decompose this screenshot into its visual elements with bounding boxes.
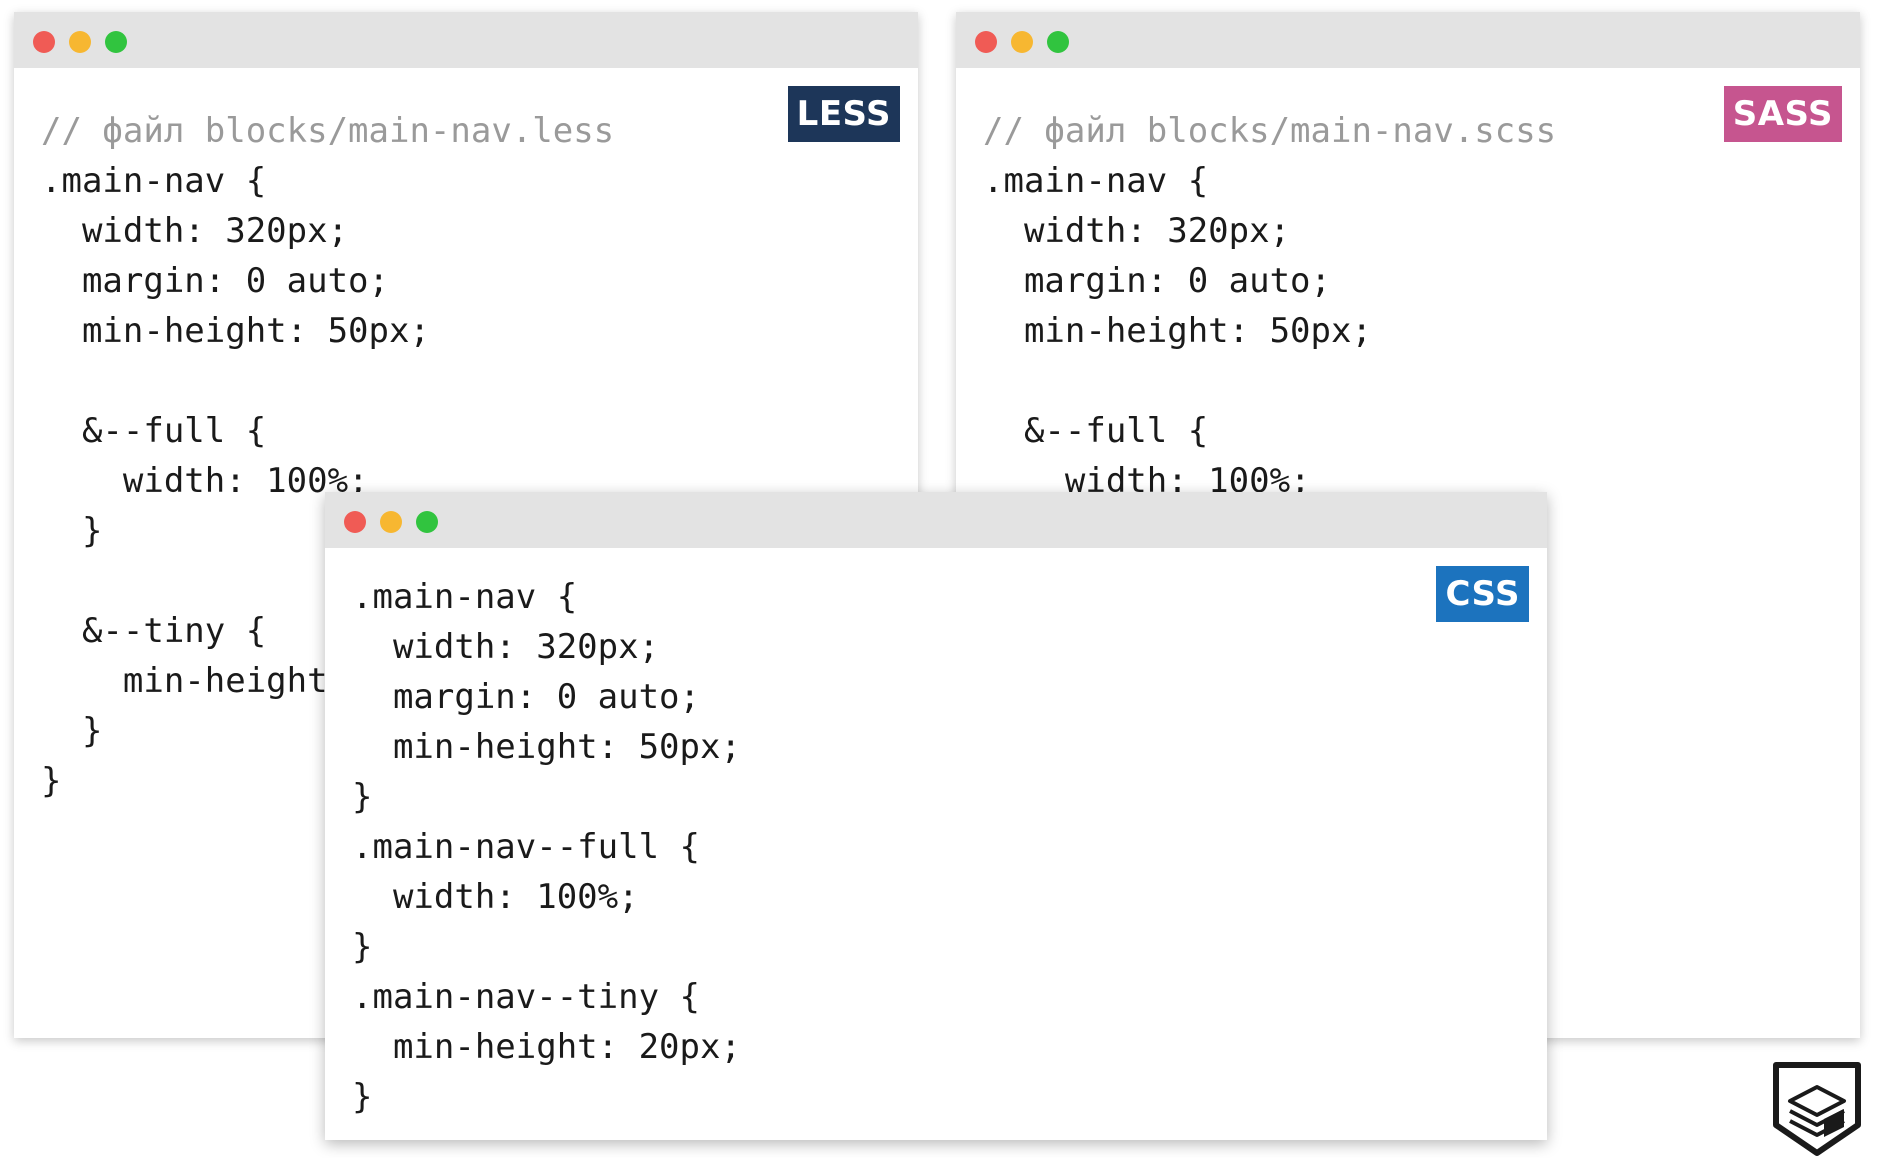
code-line: width: 320px;	[983, 211, 1291, 251]
code-line: margin: 0 auto;	[41, 261, 389, 301]
code-line: min-height: 50px;	[352, 727, 741, 767]
minimize-dot-icon[interactable]	[380, 511, 402, 533]
code-line: min-height: 50px;	[983, 311, 1372, 351]
code-line: margin: 0 auto;	[352, 677, 700, 717]
minimize-dot-icon[interactable]	[1011, 31, 1033, 53]
css-code-window: CSS .main-nav { width: 320px; margin: 0 …	[325, 492, 1547, 1140]
css-code-block: .main-nav { width: 320px; margin: 0 auto…	[352, 572, 741, 1122]
htmlacademy-logo-icon	[1773, 1062, 1861, 1156]
code-line: .main-nav--full {	[352, 827, 700, 867]
sass-window-titlebar	[956, 12, 1860, 68]
code-line: .main-nav {	[41, 161, 267, 201]
code-line: .main-nav {	[352, 577, 578, 617]
code-line: &--full {	[983, 411, 1209, 451]
close-dot-icon[interactable]	[344, 511, 366, 533]
code-line: width: 320px;	[352, 627, 660, 667]
css-window-titlebar	[325, 492, 1547, 548]
maximize-dot-icon[interactable]	[1047, 31, 1069, 53]
code-line: width: 100%;	[352, 877, 639, 917]
sass-badge: SASS	[1723, 86, 1842, 142]
close-dot-icon[interactable]	[975, 31, 997, 53]
close-dot-icon[interactable]	[33, 31, 55, 53]
maximize-dot-icon[interactable]	[105, 31, 127, 53]
sass-code-block: // файл blocks/main-nav.scss .main-nav { …	[983, 106, 1556, 506]
code-line: }	[352, 777, 373, 817]
less-window-titlebar	[14, 12, 918, 68]
code-line: width: 320px;	[41, 211, 349, 251]
code-line: min-height: 20px;	[352, 1027, 741, 1067]
code-line: margin: 0 auto;	[983, 261, 1331, 301]
code-line: .main-nav--tiny {	[352, 977, 700, 1017]
less-badge: LESS	[787, 86, 900, 142]
code-comment-line: // файл blocks/main-nav.scss	[983, 111, 1557, 151]
code-line: &--full {	[41, 411, 267, 451]
css-badge: CSS	[1436, 566, 1529, 622]
maximize-dot-icon[interactable]	[416, 511, 438, 533]
code-line: }	[352, 1077, 373, 1117]
code-line: }	[352, 927, 373, 967]
code-comment-line: // файл blocks/main-nav.less	[41, 111, 615, 151]
code-line: .main-nav {	[983, 161, 1209, 201]
code-line: min-height: 50px;	[41, 311, 430, 351]
minimize-dot-icon[interactable]	[69, 31, 91, 53]
